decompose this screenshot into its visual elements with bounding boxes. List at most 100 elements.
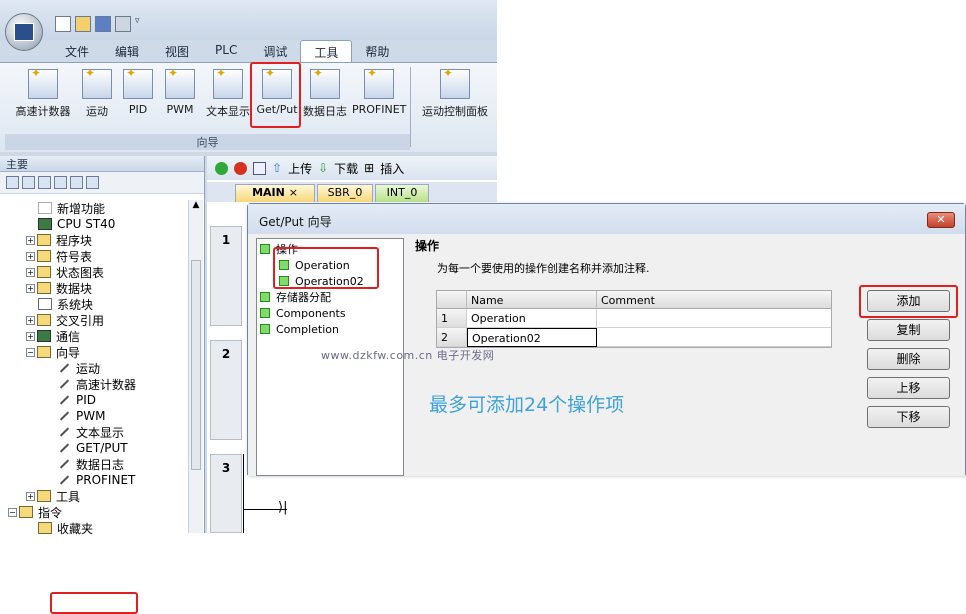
tab-debug[interactable]: 调试: [250, 40, 300, 62]
tree-item-label: 指令: [38, 505, 63, 520]
insert-button[interactable]: 插入: [380, 160, 404, 177]
tree-item-label: 工具: [56, 489, 81, 504]
tab-edit[interactable]: 编辑: [102, 40, 152, 62]
tree-item[interactable]: CPU ST40: [0, 216, 188, 232]
tree-item[interactable]: − 指令: [0, 504, 188, 520]
expand-icon[interactable]: +: [26, 251, 35, 261]
tree-item[interactable]: + 工具: [0, 488, 188, 504]
expand-icon[interactable]: +: [26, 315, 35, 325]
expand-icon[interactable]: −: [26, 347, 35, 357]
tab-sbr0[interactable]: SBR_0: [317, 184, 373, 202]
step-completion[interactable]: Completion: [260, 322, 339, 336]
compile-icon[interactable]: [253, 161, 266, 175]
tree-item[interactable]: + 数据块: [0, 280, 188, 296]
column-header-name[interactable]: Name: [467, 291, 597, 309]
app-menu-button[interactable]: [5, 13, 43, 51]
tree-item[interactable]: PROFINET: [0, 472, 188, 488]
comment-cell[interactable]: [597, 328, 831, 347]
new-icon[interactable]: [55, 16, 71, 32]
motion-panel-button[interactable]: 运动控制面板: [416, 66, 494, 129]
view-icon[interactable]: [6, 176, 19, 189]
tree-item[interactable]: 系统块: [0, 296, 188, 312]
operations-grid: Name Comment 1 Operation 2 Operation02: [436, 290, 832, 348]
doc-icon[interactable]: [38, 176, 51, 189]
tree-item[interactable]: 文本显示: [0, 424, 188, 440]
watermark: www.dzkfw.com.cn 电子开发网: [321, 349, 495, 362]
stop-icon[interactable]: [234, 161, 247, 175]
download-button[interactable]: 下载: [334, 160, 358, 177]
tab-tools[interactable]: 工具: [300, 40, 353, 62]
close-button[interactable]: ✕: [927, 212, 955, 228]
tree-item[interactable]: PID: [0, 392, 188, 408]
tree-item[interactable]: 收藏夹: [0, 520, 188, 536]
tree-item[interactable]: 新增功能: [0, 200, 188, 216]
expand-icon[interactable]: +: [26, 267, 35, 277]
hsc-wizard-button[interactable]: 高速计数器: [8, 66, 78, 129]
expand-icon[interactable]: −: [8, 507, 17, 517]
grid-icon[interactable]: [22, 176, 35, 189]
tab-view[interactable]: 视图: [152, 40, 202, 62]
hsc-icon: [28, 66, 58, 99]
pwm-wizard-button[interactable]: PWM: [163, 66, 197, 129]
close-tab-icon[interactable]: ×: [289, 186, 298, 199]
step-memory[interactable]: 存储器分配: [260, 290, 331, 304]
dialog-body: 操作 Operation Operation02 存储器分配 Component…: [248, 234, 965, 476]
tree-item[interactable]: + 交叉引用: [0, 312, 188, 328]
name-cell[interactable]: Operation: [467, 309, 597, 328]
motion-panel-icon: [440, 66, 470, 99]
pane-title: 主要: [0, 156, 204, 172]
delete-button[interactable]: 删除: [867, 348, 950, 370]
move-up-button[interactable]: 上移: [867, 377, 950, 399]
copy-button[interactable]: 复制: [867, 319, 950, 341]
motion-wizard-button[interactable]: 运动: [80, 66, 114, 129]
pid-wizard-button[interactable]: PID: [121, 66, 155, 129]
tree-item-label: PWM: [76, 409, 106, 423]
column-header-comment[interactable]: Comment: [597, 291, 831, 309]
tree-item-label: 通信: [56, 329, 81, 344]
expand-icon[interactable]: +: [26, 235, 35, 245]
ribbon-separator: [410, 67, 411, 147]
folder-icon: [37, 490, 51, 502]
name-cell[interactable]: Operation02: [467, 328, 597, 347]
list-icon[interactable]: [54, 176, 67, 189]
tab-help[interactable]: 帮助: [352, 40, 402, 62]
tab-main[interactable]: MAIN ×: [235, 184, 315, 202]
tree-item[interactable]: GET/PUT: [0, 440, 188, 456]
save-icon[interactable]: [95, 16, 111, 32]
text-display-wizard-button[interactable]: 文本显示: [203, 66, 253, 129]
tree-item[interactable]: 数据日志: [0, 456, 188, 472]
comment-cell[interactable]: [597, 309, 831, 328]
tree-item[interactable]: − 向导: [0, 344, 188, 360]
tab-plc[interactable]: PLC: [202, 40, 250, 62]
upload-button[interactable]: 上传: [288, 160, 312, 177]
scroll-thumb[interactable]: [191, 260, 201, 470]
tree-item[interactable]: 高速计数器: [0, 376, 188, 392]
expand-icon[interactable]: +: [26, 331, 35, 341]
tree-scrollbar[interactable]: ▲: [188, 200, 203, 533]
monitor-icon[interactable]: [86, 176, 99, 189]
run-icon[interactable]: [215, 161, 228, 175]
dropdown-icon[interactable]: ▿: [135, 16, 145, 34]
profinet-wizard-button[interactable]: PROFINET: [352, 66, 406, 129]
tree-item-label: 向导: [56, 345, 81, 360]
open-icon[interactable]: [75, 16, 91, 32]
step-components[interactable]: Components: [260, 306, 346, 320]
tree-item[interactable]: + 程序块: [0, 232, 188, 248]
highlight-box: [250, 62, 301, 128]
move-down-button[interactable]: 下移: [867, 406, 950, 428]
print-icon[interactable]: [115, 16, 131, 32]
tree-item[interactable]: + 符号表: [0, 248, 188, 264]
table-icon[interactable]: [70, 176, 83, 189]
datalog-wizard-button[interactable]: 数据日志: [300, 66, 350, 129]
tab-file[interactable]: 文件: [52, 40, 102, 62]
tab-int0[interactable]: INT_0: [375, 184, 429, 202]
tree-item[interactable]: + 通信: [0, 328, 188, 344]
scroll-up-icon[interactable]: ▲: [189, 200, 203, 210]
tree-item[interactable]: 运动: [0, 360, 188, 376]
expand-icon[interactable]: +: [26, 491, 35, 501]
wand-icon: [56, 458, 70, 470]
folder-icon: [37, 250, 51, 262]
tree-item[interactable]: + 状态图表: [0, 264, 188, 280]
tree-item[interactable]: PWM: [0, 408, 188, 424]
expand-icon[interactable]: +: [26, 283, 35, 293]
